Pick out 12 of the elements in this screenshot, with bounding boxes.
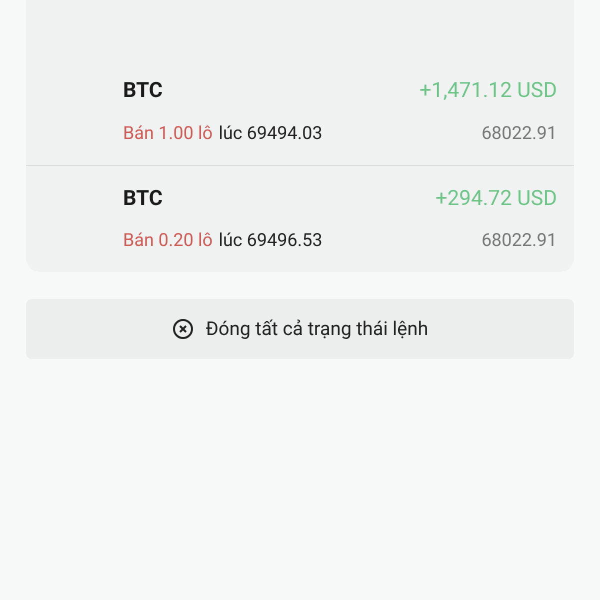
symbol-label: BTC [123,186,163,213]
profit-value: +1,471.12 USD [420,78,557,106]
order-side-lots: Bán 1.00 lô [123,122,213,146]
profit-value: +294.72 USD [435,186,557,213]
current-price: 68022.91 [481,122,557,146]
order-side-lots: Bán 0.20 lô [123,229,213,254]
close-all-button[interactable]: Đóng tất cả trạng thái lệnh [26,299,574,359]
current-price: 68022.91 [481,229,557,254]
open-price: lúc 69494.03 [218,122,322,146]
open-price: lúc 69496.53 [218,229,322,254]
symbol-label: BTC [123,78,163,106]
close-circle-icon [172,318,194,340]
